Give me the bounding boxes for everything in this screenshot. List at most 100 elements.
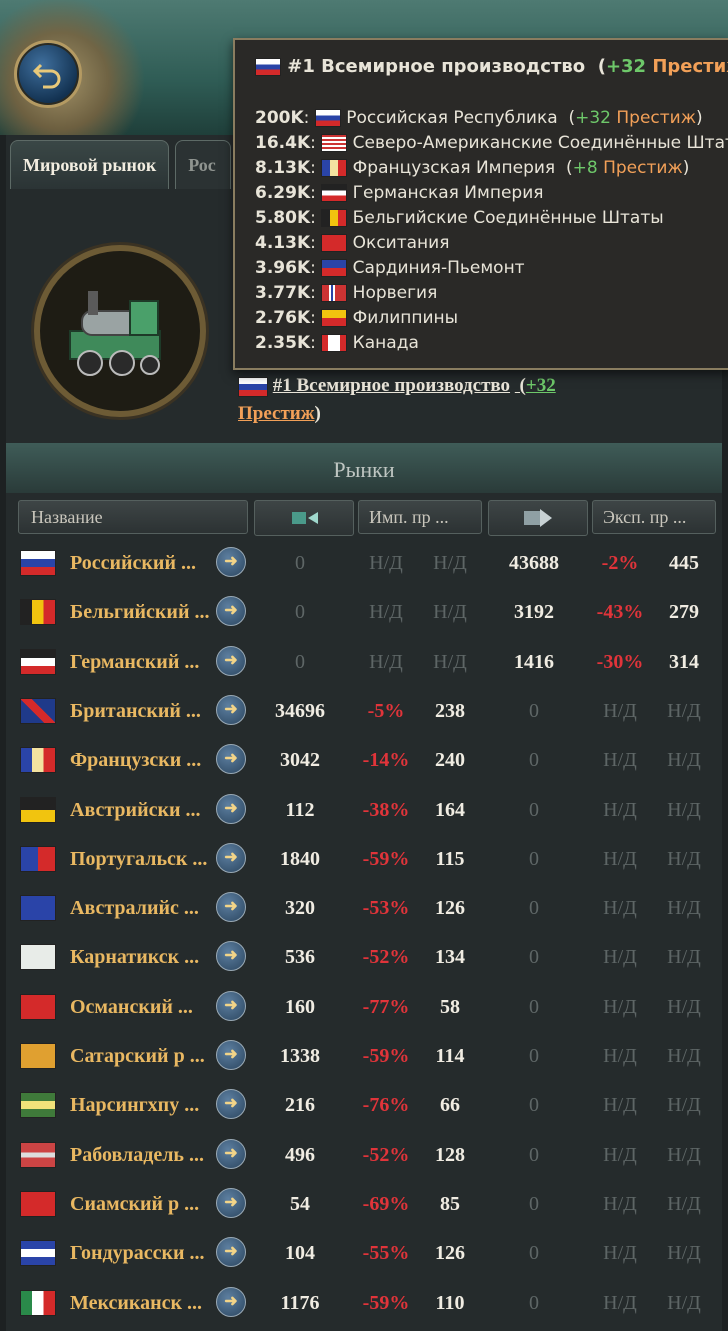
go-to-market-button[interactable]: ➜ (216, 744, 246, 775)
market-row[interactable]: Австрийски ... ➜ 112 -38% 164 0 Н/Д Н/Д (18, 787, 722, 833)
info-rank: #1 Всемирное производство (272, 375, 511, 396)
go-to-market-button[interactable]: ➜ (216, 842, 246, 873)
market-exp-p: 445 (669, 552, 699, 574)
market-row[interactable]: Британский ... ➜ 34696 -5% 238 0 Н/Д Н/Д (18, 688, 722, 734)
market-imp: 54 (290, 1192, 310, 1215)
market-exp-pct: Н/Д (603, 798, 637, 821)
go-to-market-button[interactable]: ➜ (216, 547, 246, 577)
info-bonus: +32 (525, 375, 556, 396)
market-name: Британский ... (70, 699, 201, 722)
go-to-market-button[interactable]: ➜ (216, 645, 246, 676)
market-row[interactable]: Германский ... ➜ 0 Н/Д Н/Д 1416 -30% 314 (18, 639, 722, 685)
go-to-market-button[interactable]: ➜ (216, 596, 246, 627)
market-exp-p: Н/Д (667, 946, 701, 969)
belgium-flag-icon (20, 599, 56, 626)
market-imp-pct: -76% (362, 1094, 410, 1117)
go-to-market-button[interactable]: ➜ (216, 1237, 246, 1268)
column-name-header[interactable]: Название (18, 500, 248, 534)
satara-flag-icon (20, 1043, 56, 1069)
go-to-market-button[interactable]: ➜ (216, 1040, 246, 1070)
market-imp-p: 128 (435, 1143, 465, 1166)
market-row[interactable]: Османский ... ➜ 160 -77% 58 0 Н/Д Н/Д (18, 984, 722, 1030)
market-exp: 43688 (509, 552, 559, 574)
market-row[interactable]: Российский ... ➜ 0 Н/Д Н/Д 43688 -2% 445 (18, 540, 722, 586)
market-exp-pct: Н/Д (603, 699, 637, 722)
market-row[interactable]: Австралийс ... ➜ 320 -53% 126 0 Н/Д Н/Д (18, 885, 722, 931)
market-exp-p: Н/Д (667, 897, 701, 920)
go-to-market-button[interactable]: ➜ (216, 793, 246, 824)
market-name: Мексиканск ... (70, 1291, 203, 1314)
tab-world-market-label: Мировой рынок (23, 154, 157, 175)
market-row[interactable]: Рабовладель ... ➜ 496 -52% 128 0 Н/Д Н/Д (18, 1132, 722, 1178)
narsinghpur-flag-icon (20, 1092, 56, 1119)
market-exp: 0 (529, 946, 539, 969)
market-imp: 160 (285, 995, 315, 1018)
market-exp-p: Н/Д (667, 1094, 701, 1117)
go-to-market-button[interactable]: ➜ (216, 1187, 246, 1218)
go-to-market-button[interactable]: ➜ (216, 941, 246, 972)
ranking-value: 5.80K (255, 207, 311, 228)
column-import-price-header[interactable]: Имп. пр ... (358, 500, 482, 534)
tab-second[interactable]: Рос (175, 140, 232, 189)
market-exp-pct: Н/Д (603, 1192, 637, 1215)
philippines-flag-icon (321, 308, 348, 327)
market-imp-pct: -52% (362, 946, 410, 969)
market-row[interactable]: Нарсингхпу ... ➜ 216 -76% 66 0 Н/Д Н/Д (18, 1082, 722, 1128)
market-imp-pct: Н/Д (369, 650, 403, 673)
market-row[interactable]: Карнатикск ... ➜ 536 -52% 134 0 Н/Д Н/Д (18, 934, 722, 980)
market-row[interactable]: Мексиканск ... ➜ 1176 -59% 110 0 Н/Д Н/Д (18, 1280, 722, 1326)
go-to-market-button[interactable]: ➜ (216, 1089, 246, 1120)
france-flag-icon (321, 158, 348, 177)
carnatic-flag-icon (20, 944, 56, 971)
market-name: Сиамский р ... (70, 1192, 200, 1215)
go-to-market-button[interactable]: ➜ (216, 1138, 246, 1169)
tab-second-label: Рос (188, 154, 216, 175)
market-exp: 0 (529, 1094, 539, 1117)
tooltip-ranking-list: 200K: Российская Республика (+32 Престиж… (255, 105, 728, 355)
ranking-country: Германская Империя (352, 182, 544, 203)
market-imp: 1840 (280, 847, 320, 870)
market-row[interactable]: Сиамский р ... ➜ 54 -69% 85 0 Н/Д Н/Д (18, 1181, 722, 1227)
column-export-price-label: Эксп. пр ... (603, 506, 687, 527)
market-row[interactable]: Французски ... ➜ 3042 -14% 240 0 Н/Д Н/Д (18, 737, 722, 783)
market-row[interactable]: Сатарский р ... ➜ 1338 -59% 114 0 Н/Д Н/Д (18, 1033, 722, 1079)
market-exp-p: 314 (669, 650, 699, 673)
ranking-country: Северо-Американские Соединённые Штаты (352, 132, 728, 153)
market-row[interactable]: Бельгийский ... ➜ 0 Н/Д Н/Д 3192 -43% 279 (18, 589, 722, 635)
market-exp-pct: Н/Д (603, 946, 637, 969)
go-to-market-button[interactable]: ➜ (216, 1286, 246, 1317)
column-import-header[interactable] (254, 500, 354, 536)
slaveholder-flag-icon (20, 1141, 56, 1168)
market-exp-pct: Н/Д (603, 1242, 637, 1265)
tooltip-title-prestige: Престиж (652, 56, 728, 77)
market-row[interactable]: Гондурасски ... ➜ 104 -55% 126 0 Н/Д Н/Д (18, 1230, 722, 1276)
market-row[interactable]: Португальск ... ➜ 1840 -59% 115 0 Н/Д Н/Д (18, 836, 722, 882)
column-name-label: Название (31, 506, 103, 527)
go-to-market-button[interactable]: ➜ (216, 892, 246, 923)
market-name: Османский ... (70, 995, 193, 1018)
column-import-price-label: Имп. пр ... (369, 506, 449, 527)
market-imp: 104 (285, 1242, 315, 1265)
ranking-country: Французская Империя (352, 157, 556, 178)
market-exp: 0 (529, 995, 539, 1018)
market-imp: 34696 (275, 699, 325, 722)
market-exp-pct: -2% (601, 552, 639, 574)
tooltip-title-rank: #1 Всемирное производство (287, 56, 586, 77)
market-name: Российский ... (70, 552, 196, 574)
back-button[interactable] (14, 40, 82, 108)
column-export-header[interactable] (488, 500, 588, 536)
tooltip-ranking-row: 3.96K: Сардиния-Пьемонт (255, 257, 525, 278)
market-imp-p: 126 (435, 1242, 465, 1265)
column-export-price-header[interactable]: Эксп. пр ... (592, 500, 716, 534)
go-to-market-button[interactable]: ➜ (216, 990, 246, 1021)
world-production-tooltip: #1 Всемирное производство (+32 Престиж) … (233, 38, 728, 370)
market-exp-pct: Н/Д (603, 1291, 637, 1314)
market-imp-p: 114 (435, 1045, 465, 1067)
go-to-market-button[interactable]: ➜ (216, 694, 246, 725)
locomotive-icon (69, 291, 161, 376)
tab-world-market[interactable]: Мировой рынок (10, 140, 170, 189)
market-name: Бельгийский ... (70, 601, 210, 624)
market-imp-p: Н/Д (433, 601, 467, 624)
world-production-info[interactable]: #1 Всемирное производство (+32 Престиж) (238, 372, 678, 428)
market-imp-pct: -59% (362, 1291, 410, 1314)
